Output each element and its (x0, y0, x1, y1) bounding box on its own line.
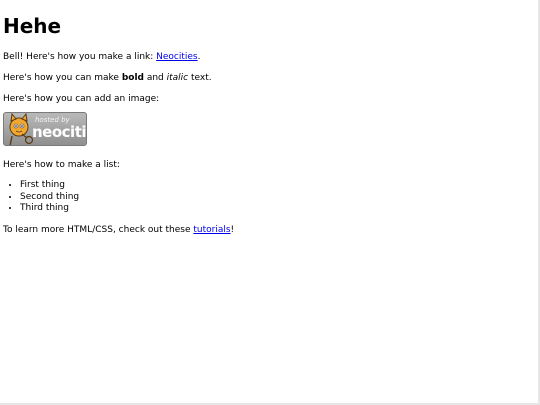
formatting-before: Here's how you can make (3, 73, 122, 83)
tutorials-before: To learn more HTML/CSS, check out these (3, 224, 194, 235)
list-item: Second thing (20, 192, 523, 204)
page: Hehe Bell! Here's how you make a link: N… (0, 0, 540, 405)
link-intro-text: Bell! Here's how you make a link: (3, 52, 157, 62)
bold-text: bold (121, 73, 144, 83)
tutorials-after: ! (230, 224, 235, 235)
italic-text: italic (166, 73, 189, 83)
thing-list: First thing Second thing Third thing (3, 180, 523, 215)
neocities-link[interactable]: Neocities (156, 52, 197, 62)
neocities-cat-icon (9, 113, 34, 145)
page-content: Hehe Bell! Here's how you make a link: N… (3, 0, 523, 236)
hosted-by-neocities-badge[interactable]: hosted by neocities (3, 112, 87, 146)
formatting-after: text. (188, 73, 212, 83)
formatting-middle: and (143, 73, 167, 83)
tutorials-paragraph: To learn more HTML/CSS, check out these … (3, 224, 523, 236)
link-intro-after: . (197, 52, 201, 62)
list-item: Third thing (20, 203, 523, 215)
formatting-paragraph: Here's how you can make bold and italic … (3, 72, 523, 84)
page-title: Hehe (3, 14, 62, 38)
list-item: First thing (20, 180, 523, 192)
list-paragraph: Here's how to make a list: (3, 160, 120, 170)
link-paragraph: Bell! Here's how you make a link: Neocit… (3, 51, 523, 63)
badge-neocities-text: neocities (32, 123, 87, 141)
tutorials-link[interactable]: tutorials (193, 225, 230, 235)
image-paragraph: Here's how you can add an image: (3, 94, 160, 104)
